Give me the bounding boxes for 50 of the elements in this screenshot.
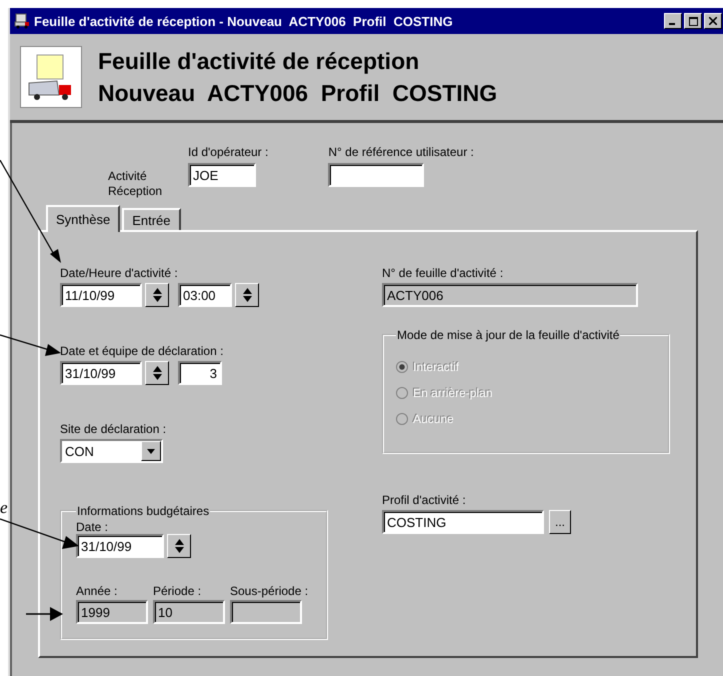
field-label: Année : [76, 584, 118, 598]
up-down-arrows-icon [152, 286, 162, 304]
field-label: N° de feuille d'activité : [382, 266, 504, 280]
up-down-arrows-icon [174, 537, 184, 555]
date-field[interactable]: 31/10/99 [76, 534, 164, 558]
margin-note: e [0, 498, 8, 518]
radio-label: Interactif [413, 360, 460, 374]
up-down-arrows-icon [152, 364, 162, 382]
date-field[interactable]: 31/10/99 [60, 361, 142, 385]
field-label: Profil d'activité : [382, 493, 467, 507]
up-down-arrows-icon [242, 286, 252, 304]
activity-label: Activité Réception [108, 169, 164, 199]
header-title: Feuille d'activité de réception [98, 47, 420, 75]
dropdown-arrow-icon [147, 448, 155, 454]
close-icon [709, 17, 717, 25]
profile-field[interactable]: COSTING [382, 510, 544, 534]
radio-label: Aucune [413, 412, 454, 426]
shift-field[interactable]: 3 [178, 361, 222, 385]
field-label: Date : [76, 520, 110, 534]
field-label: Période : [153, 584, 202, 598]
window-title: Feuille d'activité de réception - Nouveau ACTY006 Profil COSTING [34, 14, 453, 28]
truck-icon [20, 46, 82, 108]
field-label: Date et équipe de déclaration : [60, 344, 224, 358]
radio-label: En arrière-plan [413, 386, 492, 400]
group-title: Informations budgétaires [76, 504, 210, 518]
time-field[interactable]: 03:00 [178, 283, 232, 307]
field-label: N° de référence utilisateur : [328, 145, 474, 159]
header-subtitle: Nouveau ACTY006 Profil COSTING [98, 79, 498, 107]
leader-line [26, 606, 64, 622]
date-field[interactable]: 11/10/99 [60, 283, 142, 307]
maximize-button[interactable] [684, 13, 702, 29]
reference-field[interactable] [328, 163, 424, 187]
spin-button[interactable] [235, 283, 259, 307]
truck-icon [14, 13, 30, 29]
site-dropdown[interactable]: CON [60, 439, 163, 463]
spin-button[interactable] [145, 361, 169, 385]
field-label: Id d'opérateur : [188, 145, 268, 159]
field-label: Sous-période : [230, 584, 308, 598]
tab[interactable]: Entrée [122, 208, 181, 230]
minimize-button[interactable] [664, 13, 682, 29]
tab[interactable]: Synthèse [46, 205, 120, 232]
field-label: Date/Heure d'activité : [60, 266, 179, 280]
browse-button[interactable]: ... [549, 510, 571, 534]
group-title: Mode de mise à jour de la feuille d'activité [396, 328, 620, 342]
operator-field[interactable]: JOE [188, 163, 256, 187]
maximize-icon [688, 16, 698, 26]
close-button[interactable] [704, 13, 722, 29]
field-label: Site de déclaration : [60, 422, 168, 436]
spin-button[interactable] [145, 283, 169, 307]
spin-button[interactable] [167, 534, 191, 558]
